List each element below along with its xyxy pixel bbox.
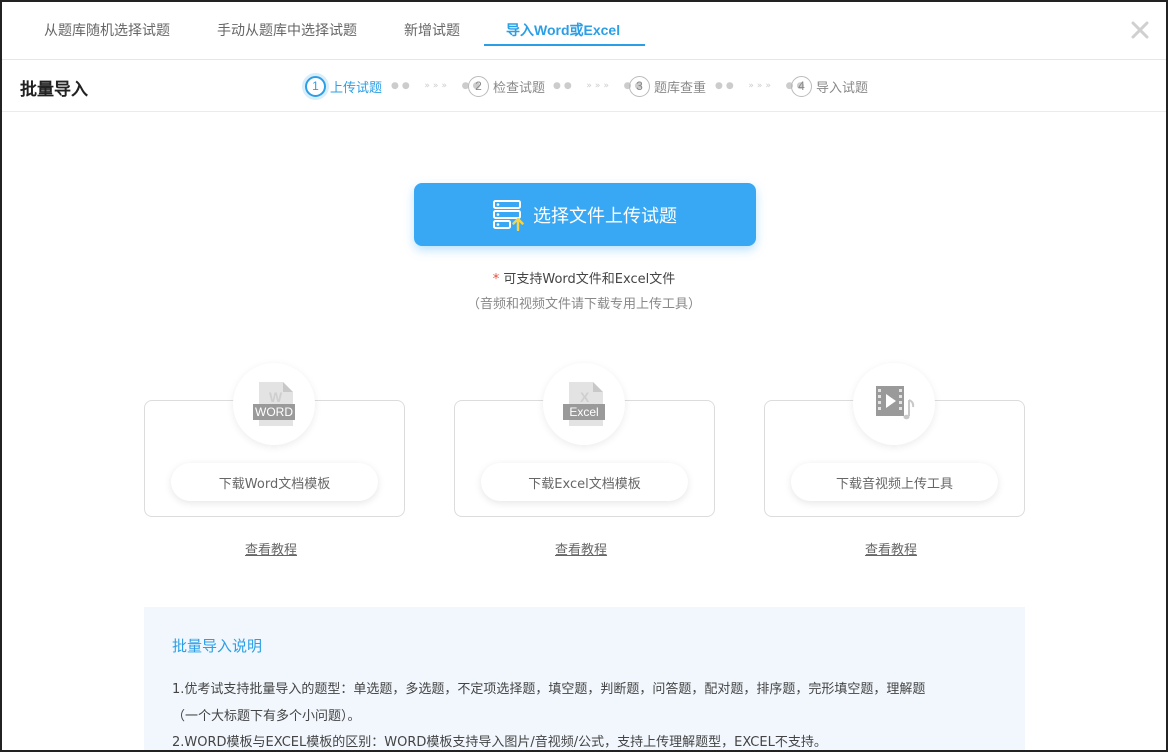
step-number: 1 [305,75,326,97]
media-tutorial-link[interactable]: 查看教程 [865,539,917,558]
step-import: 4 导入试题 [791,74,868,98]
step-label: 导入试题 [816,80,869,96]
page-title: 批量导入 [20,80,88,100]
svg-text:WORD: WORD [255,405,293,419]
upload-file-icon [493,199,527,231]
step-label: 上传试题 [330,80,383,96]
media-note-text: （音频和视频文件请下载专用上传工具） [466,297,701,312]
svg-text:W: W [269,389,283,405]
page-header: 批量导入 1 上传试题 ●● »»» ●● 2 检查试题 ●● »»» ●● 3… [2,60,1166,112]
excel-template-card: X Excel 下载Excel文档模板 [454,363,715,517]
svg-text:X: X [580,389,590,405]
download-excel-template-button[interactable]: 下载Excel文档模板 [481,463,688,501]
supported-formats-text: * 可支持Word文件和Excel文件 [2,268,1166,287]
tab-add-question[interactable]: 新增试题 [404,20,460,40]
tab-import-word-excel[interactable]: 导入Word或Excel [506,20,620,40]
step-number: 2 [468,75,489,97]
download-word-template-button[interactable]: 下载Word文档模板 [171,463,378,501]
instruction-line: 1.优考试支持批量导入的题型：单选题，多选题，不定项选择题，填空题，判断题，问答… [172,682,926,697]
excel-tutorial-link[interactable]: 查看教程 [555,539,607,558]
upload-button-label: 选择文件上传试题 [533,205,677,227]
step-check: 2 检查试题 [468,74,545,98]
download-media-tool-button[interactable]: 下载音视频上传工具 [791,463,998,501]
step-label: 题库查重 [654,80,707,96]
step-number: 3 [629,75,650,97]
instruction-line: 2.WORD模板与EXCEL模板的区别：WORD模板支持导入图片/音视频/公式，… [172,735,827,750]
step-label: 检查试题 [493,80,546,96]
step-dedupe: 3 题库查重 [629,74,706,98]
tab-manual-select[interactable]: 手动从题库中选择试题 [217,20,357,40]
import-instructions-panel: 批量导入说明 1.优考试支持批量导入的题型：单选题，多选题，不定项选择题，填空题… [144,607,1025,750]
svg-text:Excel: Excel [569,405,598,419]
support-text: 可支持Word文件和Excel文件 [503,272,676,287]
tab-random-select[interactable]: 从题库随机选择试题 [44,20,170,40]
media-tool-card: 下载音视频上传工具 [764,363,1025,517]
import-dialog: 从题库随机选择试题 手动从题库中选择试题 新增试题 导入Word或Excel 批… [0,0,1168,752]
select-file-upload-button[interactable]: 选择文件上传试题 [414,183,756,246]
video-file-icon [853,363,935,445]
excel-file-icon: X Excel [543,363,625,445]
instructions-title: 批量导入说明 [172,637,263,655]
step-indicator: 1 上传试题 ●● »»» ●● 2 检查试题 ●● »»» ●● 3 题库查重… [305,74,905,98]
word-file-icon: W WORD [233,363,315,445]
active-tab-indicator [484,44,645,46]
required-mark: * [492,272,500,287]
word-template-card: W WORD 下载Word文档模板 [144,363,405,517]
close-icon[interactable] [1128,18,1152,42]
word-tutorial-link[interactable]: 查看教程 [245,539,297,558]
instruction-line: （一个大标题下有多个小问题）。 [172,709,361,724]
step-upload: 1 上传试题 [305,74,382,98]
step-number: 4 [791,75,812,97]
tab-bar: 从题库随机选择试题 手动从题库中选择试题 新增试题 导入Word或Excel [2,2,1166,60]
